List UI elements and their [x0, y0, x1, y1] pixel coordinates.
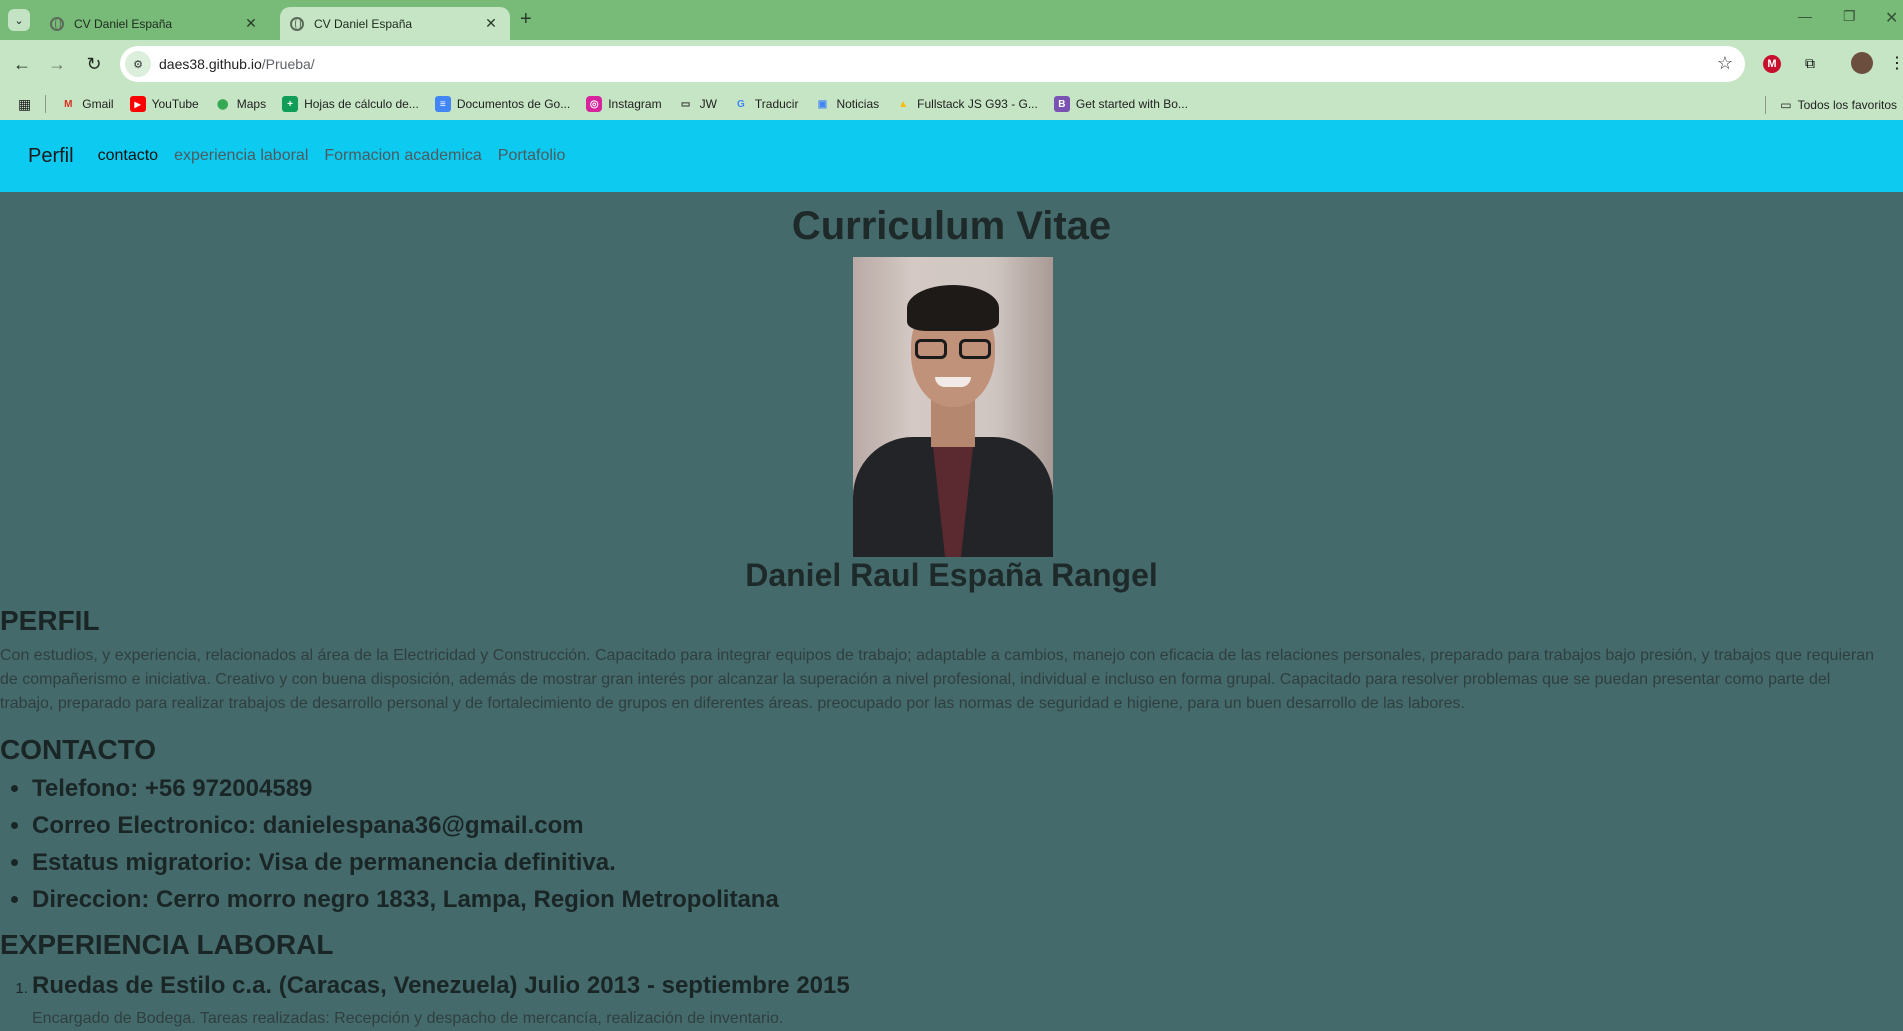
contact-phone: Telefono: +56 972004589 [32, 770, 779, 807]
gmail-icon: M [64, 98, 73, 110]
bookmark-sheets[interactable]: + Hojas de cálculo de... [282, 96, 419, 112]
bookmark-docs[interactable]: ≡ Documentos de Go... [434, 96, 571, 112]
nav-link-formacion[interactable]: Formacion academica [324, 147, 481, 165]
url-host: daes38.github.io [159, 56, 262, 72]
contacto-heading: CONTACTO [0, 734, 157, 765]
back-button[interactable]: ← [10, 52, 34, 76]
bookmark-noticias[interactable]: ▣ Noticias [814, 96, 879, 112]
extensions-icon[interactable]: ⧉ [1799, 52, 1821, 74]
browser-toolbar: ← → ↻ ⚙ daes38.github.io/Prueba/ ☆ M ⧉ ⋮ [0, 40, 1903, 88]
close-icon[interactable]: ✕ [242, 15, 260, 32]
bookmark-label: Traducir [754, 97, 799, 111]
photo-hair [907, 285, 999, 331]
youtube-icon: ▶ [129, 96, 146, 112]
person-name: Daniel Raul España Rangel [745, 557, 1158, 593]
news-icon: ▣ [817, 98, 828, 110]
instagram-icon: ◎ [586, 96, 603, 112]
folder-icon: ▭ [680, 98, 691, 110]
arrow-left-icon: ← [13, 53, 31, 74]
mcafee-extension-icon[interactable]: M [1763, 55, 1781, 73]
url-text[interactable]: daes38.github.io/Prueba/ [159, 56, 315, 72]
contact-address: Direccion: Cerro morro negro 1833, Lampa… [32, 881, 779, 918]
folder-icon: ▭ [1780, 98, 1792, 112]
nav-link-portafolio[interactable]: Portafolio [498, 147, 566, 165]
experience-list: Ruedas de Estilo c.a. (Caracas, Venezuel… [32, 967, 850, 1004]
close-window-button[interactable]: ✕ [1885, 8, 1898, 28]
all-bookmarks[interactable]: ▭ Todos los favoritos [1765, 96, 1897, 114]
photo-smile [935, 377, 971, 387]
bookmarks-separator [1765, 96, 1767, 114]
experiencia-heading: EXPERIENCIA LABORAL [0, 929, 334, 960]
url-path: /Prueba/ [261, 56, 315, 72]
bookmark-label: YouTube [151, 97, 199, 111]
bookmark-bootstrap[interactable]: B Get started with Bo... [1053, 96, 1188, 112]
tab-search-button[interactable]: ⌄ [8, 9, 30, 31]
bookmark-label: Hojas de cálculo de... [304, 97, 419, 111]
address-bar[interactable]: ⚙ daes38.github.io/Prueba/ ☆ [120, 46, 1745, 82]
menu-kebab-icon[interactable]: ⋮ [1886, 52, 1903, 74]
page-title: Curriculum Vitae [791, 204, 1112, 248]
restore-button[interactable]: ❐ [1843, 8, 1856, 25]
contact-migration-status: Estatus migratorio: Visa de permanencia … [32, 844, 779, 881]
job-description: Encargado de Bodega. Tareas realizadas: … [32, 1010, 784, 1027]
bookmark-label: Get started with Bo... [1075, 97, 1188, 111]
bookmarks-bar: ▦ M Gmail ▶ YouTube ⬤ Maps + Hojas de cálcul… [0, 88, 1903, 120]
reload-button[interactable]: ↻ [82, 52, 106, 76]
photo-glasses [915, 339, 991, 361]
bootstrap-icon: B [1053, 96, 1070, 112]
chevron-down-icon: ⌄ [14, 14, 24, 27]
browser-tab-strip: ⌄ CV Daniel España ✕ CV Daniel España ✕ … [0, 0, 1903, 40]
close-icon[interactable]: ✕ [482, 15, 500, 32]
perfil-heading: PERFIL [0, 605, 100, 636]
arrow-right-icon: → [48, 53, 66, 74]
profile-avatar[interactable] [1851, 52, 1873, 74]
drive-icon: ▲ [898, 98, 909, 110]
site-info-icon[interactable]: ⚙ [125, 51, 151, 77]
job-title: Ruedas de Estilo c.a. (Caracas, Venezuel… [32, 967, 850, 1004]
translate-icon: G [737, 98, 745, 110]
bookmark-label: Maps [236, 97, 267, 111]
apps-grid-icon[interactable]: ▦ [18, 96, 31, 113]
all-bookmarks-label: Todos los favoritos [1797, 98, 1897, 112]
browser-tab-2[interactable]: CV Daniel España ✕ [280, 7, 510, 40]
perfil-text: Con estudios, y experiencia, relacionado… [0, 647, 1875, 712]
tab-title: CV Daniel España [314, 16, 413, 31]
star-icon[interactable]: ☆ [1717, 53, 1733, 74]
forward-button[interactable]: → [45, 52, 69, 76]
globe-icon [50, 16, 64, 31]
bookmark-label: Fullstack JS G93 - G... [917, 97, 1038, 111]
nav-link-contacto[interactable]: contacto [98, 147, 158, 165]
navbar-brand[interactable]: Perfil [28, 145, 74, 168]
browser-tab-1[interactable]: CV Daniel España ✕ [40, 7, 270, 40]
new-tab-button[interactable]: + [520, 8, 532, 31]
contact-list: Telefono: +56 972004589 Correo Electroni… [32, 770, 779, 918]
profile-photo [853, 257, 1053, 557]
bookmark-fullstack[interactable]: ▲ Fullstack JS G93 - G... [895, 96, 1038, 112]
contact-email: Correo Electronico: danielespana36@gmail… [32, 807, 779, 844]
bookmark-label: Documentos de Go... [456, 97, 571, 111]
site-navbar: Perfil contacto experiencia laboral Form… [0, 120, 1903, 192]
bookmark-traducir[interactable]: G Traducir [733, 96, 799, 112]
bookmark-gmail[interactable]: M Gmail [60, 96, 114, 112]
bookmark-instagram[interactable]: ◎ Instagram [586, 96, 662, 112]
bookmark-maps[interactable]: ⬤ Maps [215, 96, 266, 112]
bookmarks-separator [45, 95, 47, 113]
bookmark-label: Gmail [82, 97, 114, 111]
tab-title: CV Daniel España [74, 16, 173, 31]
docs-icon: ≡ [434, 96, 451, 112]
globe-icon [290, 16, 304, 31]
maps-icon: ⬤ [217, 98, 229, 110]
nav-link-experiencia[interactable]: experiencia laboral [174, 147, 308, 165]
reload-icon: ↻ [86, 53, 102, 74]
bookmark-label: Instagram [608, 97, 662, 111]
minimize-button[interactable]: — [1798, 8, 1812, 24]
bookmark-youtube[interactable]: ▶ YouTube [129, 96, 199, 112]
bookmark-label: JW [699, 97, 717, 111]
bookmark-jw[interactable]: ▭ JW [678, 96, 717, 112]
bookmark-label: Noticias [836, 97, 880, 111]
sheets-icon: + [282, 96, 299, 112]
